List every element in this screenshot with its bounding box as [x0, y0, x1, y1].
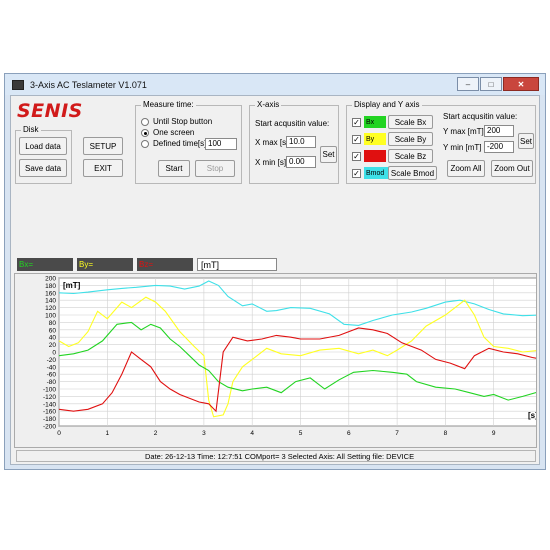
radio-until-stop-label: Until Stop button — [153, 117, 213, 126]
y-axis-label: [mT] — [63, 281, 81, 290]
x-max-label: X max [s] — [255, 138, 289, 147]
x-set-button[interactable]: Set — [320, 146, 337, 163]
bx-check-icon: ✓ — [352, 117, 361, 127]
y-tick-label: 200 — [45, 276, 56, 283]
y-tick-label: 120 — [45, 305, 56, 312]
x-min-input[interactable]: 0.00 — [286, 156, 316, 168]
y-tick-label: -180 — [43, 416, 56, 423]
y-min-input[interactable]: -200 — [484, 141, 514, 153]
y-tick-label: 0 — [52, 350, 56, 357]
y-tick-label: -200 — [43, 424, 56, 431]
radio-dot — [141, 139, 149, 148]
y-tick-label: -80 — [47, 379, 57, 386]
plot-panel[interactable]: 200 180 160 140 120 100 80 60 40 20 0 -20 -40 -60 -80-… — [14, 273, 546, 448]
scale-bx-button[interactable]: Scale Bx — [388, 115, 433, 129]
scale-by-button[interactable]: Scale By — [388, 132, 433, 146]
measure-time-label: Measure time: — [141, 100, 196, 109]
teslameter-window: 3-Axis AC Teslameter V1.071 – □ ✕ SENIS … — [4, 73, 546, 470]
stop-button[interactable]: Stop — [195, 160, 235, 177]
x-tick-label: 5 — [299, 430, 303, 437]
close-button[interactable]: ✕ — [503, 77, 539, 91]
bx-readout: Bx= — [17, 258, 73, 271]
y-max-input[interactable]: 200 — [484, 125, 514, 137]
x-max-input[interactable]: 10.0 — [286, 136, 316, 148]
x-start-acq-label: Start acqusitin value: — [255, 119, 330, 128]
x-tick-label: 3 — [202, 430, 206, 437]
x-tick-label: 6 — [347, 430, 351, 437]
checkbox-bx[interactable]: ✓ Bx — [352, 116, 386, 128]
by-readout: By= — [77, 258, 133, 271]
y-tick-label: -100 — [43, 387, 56, 394]
window-controls: – □ ✕ — [456, 77, 539, 91]
exit-button[interactable]: EXIT — [83, 159, 123, 177]
y-tick-label: -140 — [43, 401, 56, 408]
status-bar: Date: 26-12-13 Time: 12:7:51 COMport= 3 … — [16, 450, 536, 462]
status-text: Date: 26-12-13 Time: 12:7:51 COMport= 3 … — [145, 451, 415, 461]
x-tick-label: 1 — [105, 430, 109, 437]
maximize-button[interactable]: □ — [480, 77, 502, 91]
bz-check-icon: ✓ — [352, 151, 361, 161]
magnetic-field-chart[interactable]: 200180160140120100806040200-20-40-60-80-… — [15, 274, 546, 447]
window-title: 3-Axis AC Teslameter V1.071 — [30, 79, 147, 90]
y-tick-label: -160 — [43, 409, 56, 416]
radio-until-stop[interactable]: Until Stop button — [141, 117, 212, 126]
y-tick-label: 20 — [49, 342, 57, 349]
x-min-label: X min [s] — [255, 158, 287, 167]
y-tick-label: 140 — [45, 298, 56, 305]
radio-dot — [141, 117, 149, 126]
y-start-acq-label: Start acqusitin value: — [443, 112, 518, 121]
y-tick-label: 40 — [49, 335, 57, 342]
x-tick-label: 0 — [57, 430, 61, 437]
y-tick-label: -60 — [47, 372, 57, 379]
radio-one-screen-label: One screen — [153, 128, 195, 137]
title-bar[interactable]: 3-Axis AC Teslameter V1.071 – □ ✕ — [5, 74, 545, 95]
scale-bmod-button[interactable]: Scale Bmod — [388, 166, 437, 180]
y-tick-label: 100 — [45, 313, 56, 320]
app-icon — [12, 79, 24, 90]
disk-group-label: Disk — [21, 125, 41, 134]
display-y-axis-label: Display and Y axis — [352, 100, 422, 109]
by-swatch: By — [364, 133, 386, 145]
radio-defined-time[interactable]: Defined time[s]: — [141, 139, 209, 148]
y-tick-label: 80 — [49, 320, 57, 327]
zoom-all-button[interactable]: Zoom All — [447, 160, 485, 177]
x-tick-label: 4 — [250, 430, 254, 437]
y-set-button[interactable]: Set — [518, 133, 534, 149]
bz-readout: Bz= — [137, 258, 193, 271]
zoom-out-button[interactable]: Zoom Out — [491, 160, 533, 177]
radio-dot-selected — [141, 128, 149, 137]
y-tick-label: -120 — [43, 394, 56, 401]
bx-swatch: Bx — [364, 116, 386, 128]
checkbox-by[interactable]: ✓ By — [352, 133, 386, 145]
setup-button[interactable]: SETUP — [83, 137, 123, 155]
x-tick-label: 7 — [395, 430, 399, 437]
y-tick-label: 60 — [49, 327, 57, 334]
defined-time-input[interactable]: 100 — [205, 138, 237, 150]
y-tick-label: 160 — [45, 290, 56, 297]
bmod-check-icon: ✓ — [352, 168, 361, 178]
x-tick-label: 9 — [492, 430, 496, 437]
client-area: SENIS Disk Load data Save data SETUP EXI… — [10, 95, 546, 465]
radio-defined-time-label: Defined time[s]: — [153, 139, 209, 148]
x-tick-label: 2 — [154, 430, 158, 437]
scale-bz-button[interactable]: Scale Bz — [388, 149, 433, 163]
y-max-label: Y max [mT] — [443, 127, 484, 136]
radio-one-screen[interactable]: One screen — [141, 128, 194, 137]
x-axis-label: X-axis — [255, 100, 282, 109]
y-min-label: Y min [mT] — [443, 143, 482, 152]
by-check-icon: ✓ — [352, 134, 361, 144]
minimize-button[interactable]: – — [457, 77, 479, 91]
checkbox-bz[interactable]: ✓ Bz — [352, 150, 386, 162]
x-tick-label: 8 — [444, 430, 448, 437]
y-tick-label: 180 — [45, 283, 56, 290]
y-tick-label: -20 — [47, 357, 57, 364]
load-data-button[interactable]: Load data — [19, 137, 67, 155]
start-button[interactable]: Start — [158, 160, 190, 177]
y-tick-label: -40 — [47, 364, 57, 371]
bz-swatch: Bz — [364, 150, 386, 162]
unit-display: [mT] — [197, 258, 277, 271]
senis-logo: SENIS — [17, 100, 83, 122]
save-data-button[interactable]: Save data — [19, 159, 67, 177]
x-axis-label: [s] — [528, 411, 536, 420]
